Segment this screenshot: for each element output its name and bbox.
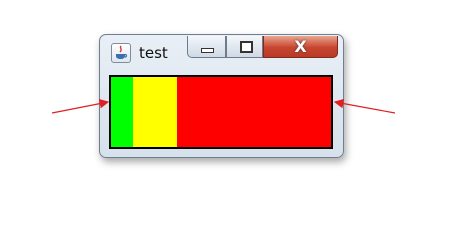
minimize-button[interactable]	[187, 36, 226, 58]
yellow-segment	[133, 77, 177, 147]
java-app-icon[interactable]	[111, 43, 131, 63]
red-segment	[177, 77, 331, 147]
window-title: test	[139, 44, 168, 62]
minimize-icon	[201, 48, 214, 53]
title-bar[interactable]: test X	[100, 35, 343, 73]
test-window: test X	[99, 34, 344, 158]
close-button[interactable]: X	[263, 36, 338, 58]
right-arrow	[333, 98, 396, 114]
green-segment	[111, 77, 133, 147]
maximize-icon	[240, 41, 253, 53]
color-bar-panel	[109, 75, 333, 149]
stage: test X	[0, 0, 474, 226]
close-icon: X	[294, 37, 307, 56]
maximize-button[interactable]	[226, 36, 263, 58]
